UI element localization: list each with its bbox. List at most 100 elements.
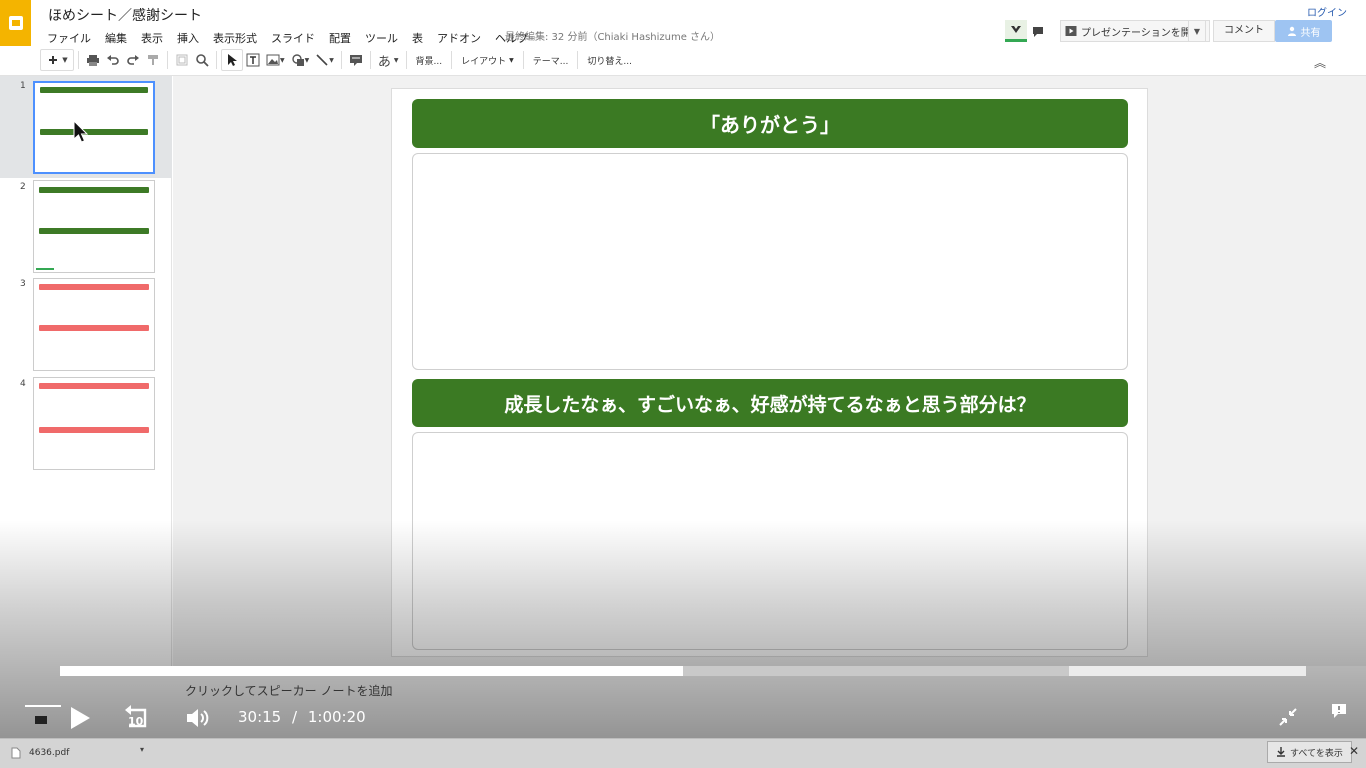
download-file-name: 4636.pdf xyxy=(29,748,70,758)
menu-bar: ファイル 編集 表示 挿入 表示形式 スライド 配置 ツール 表 アドオン ヘル… xyxy=(40,28,535,48)
show-all-label: すべてを表示 xyxy=(1290,748,1343,759)
input-tools-label: あ xyxy=(377,54,391,70)
pdf-file-icon xyxy=(11,747,21,759)
zoom-fit-button[interactable] xyxy=(172,49,192,71)
chevron-down-icon: ▼ xyxy=(329,56,334,64)
toolbar-divider xyxy=(369,51,371,69)
speaker-notes-hint[interactable]: クリックしてスピーカー ノートを追加 xyxy=(185,682,392,699)
close-download-shelf-icon[interactable]: ✕ xyxy=(1349,744,1359,758)
toolbar-divider xyxy=(216,51,217,69)
download-icon xyxy=(1277,747,1285,757)
input-tools-button[interactable]: あ ▼ xyxy=(375,49,402,71)
feedback-icon[interactable] xyxy=(1331,703,1347,719)
transition-button[interactable]: 切り替え... xyxy=(582,49,637,71)
slide-header-growth-question[interactable]: 成長したなぁ、すごいなぁ、好感が持てるなぁと思う部分は？ xyxy=(412,379,1128,427)
layout-button[interactable]: レイアウト ▼ xyxy=(456,49,519,71)
menu-arrange[interactable]: 配置 xyxy=(322,28,358,48)
fit-icon xyxy=(176,54,188,66)
text-box-button[interactable] xyxy=(243,49,263,71)
current-time: 30:15 xyxy=(238,708,282,726)
slide-number: 4 xyxy=(20,379,26,389)
comments-button[interactable]: コメント xyxy=(1213,20,1275,42)
slide-thumbnail-4[interactable] xyxy=(33,377,155,470)
play-icon xyxy=(1065,26,1077,36)
exit-fullscreen-icon[interactable] xyxy=(1278,707,1298,727)
thumb-header-bar xyxy=(39,187,149,193)
time-separator: / xyxy=(292,708,298,726)
total-duration: 1:00:20 xyxy=(307,708,366,726)
menu-file[interactable]: ファイル xyxy=(40,28,98,48)
undo-button[interactable] xyxy=(103,49,123,71)
login-link[interactable]: ログイン xyxy=(1307,4,1347,19)
rewind-seconds-label: 10 xyxy=(128,715,144,728)
person-icon xyxy=(1287,26,1296,36)
menu-view[interactable]: 表示 xyxy=(134,28,170,48)
background-button[interactable]: 背景... xyxy=(411,49,448,71)
chevron-down-icon: ▼ xyxy=(62,56,68,64)
chevron-down-icon: ▼ xyxy=(393,56,399,64)
slide-header-thanks[interactable]: 「ありがとう」 xyxy=(412,99,1128,148)
slide-number: 1 xyxy=(20,81,26,91)
comment-icon xyxy=(349,55,362,66)
shape-button[interactable]: ▼ xyxy=(288,49,313,71)
slide-number: 2 xyxy=(20,182,26,192)
image-button[interactable]: ▼ xyxy=(263,49,288,71)
slide-thumbnail-2[interactable] xyxy=(33,180,155,273)
video-time-display: 30:15 / 1:00:20 xyxy=(238,708,366,726)
present-label: プレゼンテーションを開始 xyxy=(1081,27,1201,39)
toolbar-divider xyxy=(340,51,342,69)
slide-thumbnail-1[interactable] xyxy=(33,81,155,174)
new-slide-button[interactable]: ▼ xyxy=(40,49,74,71)
slide-number: 3 xyxy=(20,279,26,289)
collapse-menu-chevron-icon[interactable]: ︽ xyxy=(1314,54,1326,71)
video-played-bar xyxy=(60,666,683,676)
print-icon xyxy=(87,55,99,66)
menu-addons[interactable]: アドオン xyxy=(430,28,488,48)
menu-table[interactable]: 表 xyxy=(405,28,430,48)
slides-logo-icon[interactable] xyxy=(0,0,31,46)
play-button-icon[interactable] xyxy=(68,705,92,731)
menu-tools[interactable]: ツール xyxy=(358,28,405,48)
chat-icon[interactable] xyxy=(1031,24,1045,38)
layout-label: レイアウト xyxy=(461,56,507,67)
theme-button[interactable]: テーマ... xyxy=(528,49,574,71)
menu-edit[interactable]: 編集 xyxy=(98,28,134,48)
thumb-header-bar xyxy=(39,325,149,331)
comment-insert-button[interactable] xyxy=(346,49,366,71)
answer-text-box-1[interactable] xyxy=(412,153,1128,370)
slide-thumbnail-3[interactable] xyxy=(33,278,155,371)
menu-format[interactable]: 表示形式 xyxy=(206,28,264,48)
select-tool-button[interactable] xyxy=(221,49,243,71)
present-dropdown-chevron-icon[interactable]: ▼ xyxy=(1188,20,1206,42)
caption-toggle-underline xyxy=(25,705,61,707)
toolbar-divider xyxy=(405,51,407,69)
download-item[interactable]: 4636.pdf xyxy=(5,742,151,764)
captions-toggle-icon[interactable] xyxy=(33,712,49,726)
volume-icon[interactable] xyxy=(185,706,211,730)
toolbar-divider xyxy=(167,51,168,69)
answer-text-box-2[interactable] xyxy=(412,432,1128,650)
text-box-icon xyxy=(246,53,260,67)
line-icon xyxy=(316,54,328,66)
undo-icon xyxy=(107,55,119,65)
document-title[interactable]: ほめシート／感謝シート xyxy=(48,5,202,25)
thumb-header-bar xyxy=(39,228,149,234)
show-all-downloads-button[interactable]: すべてを表示 xyxy=(1267,741,1352,763)
zoom-button[interactable] xyxy=(192,49,212,71)
paint-format-button[interactable] xyxy=(143,49,163,71)
thumb-header-bar xyxy=(39,427,149,433)
mouse-cursor-icon xyxy=(73,120,89,143)
thumb-header-bar xyxy=(39,383,149,389)
print-button[interactable] xyxy=(83,49,103,71)
share-button[interactable]: 共有 xyxy=(1275,20,1332,42)
collaborator-avatar[interactable] xyxy=(1005,20,1027,42)
thumb-header-bar xyxy=(40,129,148,135)
line-button[interactable]: ▼ xyxy=(312,49,337,71)
redo-button[interactable] xyxy=(123,49,143,71)
last-edit-status[interactable]: 最終編集: 32 分前（Chiaki Hashizume さん） xyxy=(505,28,720,43)
menu-slide[interactable]: スライド xyxy=(264,28,322,48)
chevron-down-icon: ▼ xyxy=(509,56,514,64)
menu-insert[interactable]: 挿入 xyxy=(170,28,206,48)
video-progress-bar[interactable] xyxy=(60,666,1306,676)
download-options-chevron-icon[interactable]: ▾ xyxy=(140,745,144,754)
